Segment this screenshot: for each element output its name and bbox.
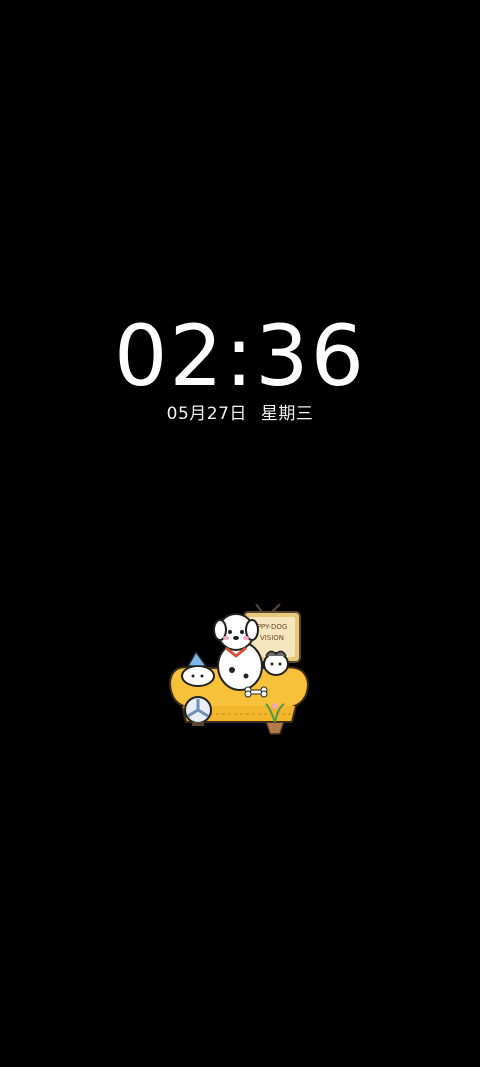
dog-sofa-illustration: PPY-DOG VISION <box>162 603 318 738</box>
lockscreen-weekday: 星期三 <box>260 404 314 424</box>
lockscreen-date-row: 05月27日 星期三 <box>0 402 480 426</box>
lockscreen-clock: 02:36 <box>113 307 367 405</box>
lockscreen-date: 05月27日 <box>166 404 247 424</box>
dog-sofa-icon: PPY-DOG VISION <box>168 603 310 735</box>
svg-text:PPY-DOG: PPY-DOG <box>257 623 288 631</box>
svg-text:VISION: VISION <box>260 634 284 642</box>
